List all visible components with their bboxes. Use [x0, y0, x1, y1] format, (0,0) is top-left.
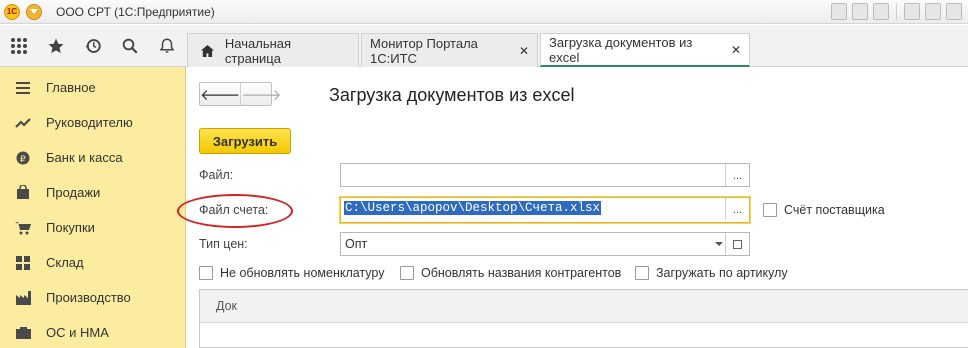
load-button[interactable]: Загрузить	[199, 128, 291, 154]
save-icon[interactable]	[831, 3, 847, 20]
sidebar: Главное Руководителю ₽ Банк и касса Прод…	[0, 67, 186, 348]
price-type-value: Опт	[345, 237, 368, 251]
invoice-file-label: Файл счета:	[199, 203, 269, 217]
checkbox-box[interactable]	[763, 203, 777, 217]
price-type-select[interactable]: Опт	[340, 232, 750, 256]
invoice-file-field[interactable]: C:\Users\apopov\Desktop\Счета.xlsx ...	[340, 197, 750, 223]
sidebar-item-warehouse[interactable]: Склад	[0, 245, 186, 280]
sidebar-item-label: Руководителю	[46, 115, 133, 130]
history-nav: 🡐 🡒	[199, 82, 281, 106]
sidebar-item-assets[interactable]: ОС и НМА	[0, 315, 186, 348]
sidebar-item-label: Производство	[46, 290, 131, 305]
favorites-star-icon[interactable]	[37, 25, 74, 67]
invoice-file-value: C:\Users\apopov\Desktop\Счета.xlsx	[344, 201, 602, 215]
ruble-coin-icon: ₽	[0, 151, 46, 165]
sidebar-item-label: Склад	[46, 255, 84, 270]
history-icon[interactable]	[74, 25, 111, 67]
nav-icons	[0, 25, 186, 67]
checkbox-label: Обновлять названия контрагентов	[421, 266, 622, 280]
sidebar-item-label: ОС и НМА	[46, 325, 109, 340]
page-title: Загрузка документов из excel	[329, 85, 575, 105]
tab-strip: Начальная страница Монитор Портала 1С:ИТ…	[187, 33, 752, 67]
main-content: 🡐 🡒 Загрузка документов из excel Загрузи…	[177, 67, 968, 348]
trend-chart-icon	[0, 117, 46, 129]
back-arrow-icon[interactable]: 🡐	[200, 83, 240, 105]
tab-its-monitor[interactable]: Монитор Портала 1С:ИТС ✕	[361, 33, 538, 67]
title-bar: 1С ООО СРТ (1С:Предприятие)	[0, 0, 968, 24]
sidebar-item-label: Покупки	[46, 220, 95, 235]
sidebar-item-bank[interactable]: ₽ Банк и касса	[0, 140, 186, 175]
load-by-article-checkbox[interactable]: Загружать по артикулу	[635, 266, 788, 280]
close-icon[interactable]: ✕	[731, 43, 741, 57]
close-icon[interactable]: ✕	[519, 44, 529, 58]
dropdown-arrow-icon[interactable]	[715, 242, 723, 246]
checkbox-label: Счёт поставщика	[784, 203, 885, 217]
invoice-file-select-button[interactable]: ...	[725, 198, 749, 220]
update-counterparty-names-checkbox[interactable]: Обновлять названия контрагентов	[400, 266, 621, 280]
sidebar-item-main[interactable]: Главное	[0, 70, 186, 105]
shopping-bag-icon	[0, 185, 46, 200]
table-header: Док	[200, 290, 968, 323]
notifications-bell-icon[interactable]	[148, 25, 185, 67]
all-sections-icon[interactable]	[0, 25, 37, 67]
file-select-button[interactable]: ...	[725, 164, 749, 186]
sidebar-item-manager[interactable]: Руководителю	[0, 105, 186, 140]
sidebar-item-purchases[interactable]: Покупки	[0, 210, 186, 245]
open-window-icon	[733, 239, 742, 249]
checkbox-label: Загружать по артикулу	[656, 266, 788, 280]
checkbox-box[interactable]	[400, 266, 414, 280]
file-label: Файл:	[199, 168, 234, 182]
home-icon	[200, 44, 214, 57]
svg-text:₽: ₽	[20, 155, 26, 165]
forward-arrow-icon[interactable]: 🡒	[240, 83, 281, 105]
app-logo-icon: 1С	[4, 3, 20, 20]
sidebar-item-label: Продажи	[46, 185, 101, 200]
sidebar-item-label: Банк и касса	[46, 150, 123, 165]
checkbox-box[interactable]	[635, 266, 649, 280]
checkbox-label: Не обновлять номенклатуру	[220, 266, 385, 280]
tab-label: Загрузка документов из excel	[549, 34, 693, 65]
report-icon[interactable]	[925, 3, 941, 20]
search-icon[interactable]	[111, 25, 148, 67]
sidebar-item-sales[interactable]: Продажи	[0, 175, 186, 210]
tab-label: Начальная страница	[224, 35, 292, 66]
warehouse-grid-icon	[0, 255, 46, 270]
table-column-doc[interactable]: Док	[216, 299, 237, 313]
checkbox-box[interactable]	[199, 266, 213, 280]
price-type-label: Тип цен:	[199, 237, 248, 251]
assets-icon	[0, 326, 46, 339]
tab-home[interactable]: Начальная страница	[187, 33, 359, 67]
export-icon[interactable]	[904, 3, 920, 20]
nav-bar: Начальная страница Монитор Портала 1С:ИТ…	[0, 25, 968, 67]
title-toolbar	[831, 3, 962, 20]
menu-lines-icon	[0, 81, 46, 94]
no-update-nomenclature-checkbox[interactable]: Не обновлять номенклатуру	[199, 266, 384, 280]
calculator-icon[interactable]	[946, 3, 962, 20]
sidebar-item-label: Главное	[46, 80, 96, 95]
documents-table: Док	[199, 289, 968, 348]
open-icon[interactable]	[725, 233, 749, 255]
file-field[interactable]: ...	[340, 163, 750, 187]
tab-label: Монитор Портала 1С:ИТС	[370, 35, 478, 66]
sidebar-item-production[interactable]: Производство	[0, 280, 186, 315]
tab-excel-upload[interactable]: Загрузка документов из excel ✕	[540, 33, 750, 67]
supplier-invoice-checkbox[interactable]: Счёт поставщика	[763, 203, 885, 217]
chevron-down-icon	[30, 9, 38, 14]
main-menu-button[interactable]	[26, 3, 42, 20]
window-title: ООО СРТ (1С:Предприятие)	[56, 4, 215, 19]
print-icon[interactable]	[852, 3, 868, 20]
preview-icon[interactable]	[873, 3, 889, 20]
toolbar-divider	[896, 3, 897, 20]
factory-icon	[0, 290, 46, 305]
shopping-cart-icon	[0, 221, 46, 235]
